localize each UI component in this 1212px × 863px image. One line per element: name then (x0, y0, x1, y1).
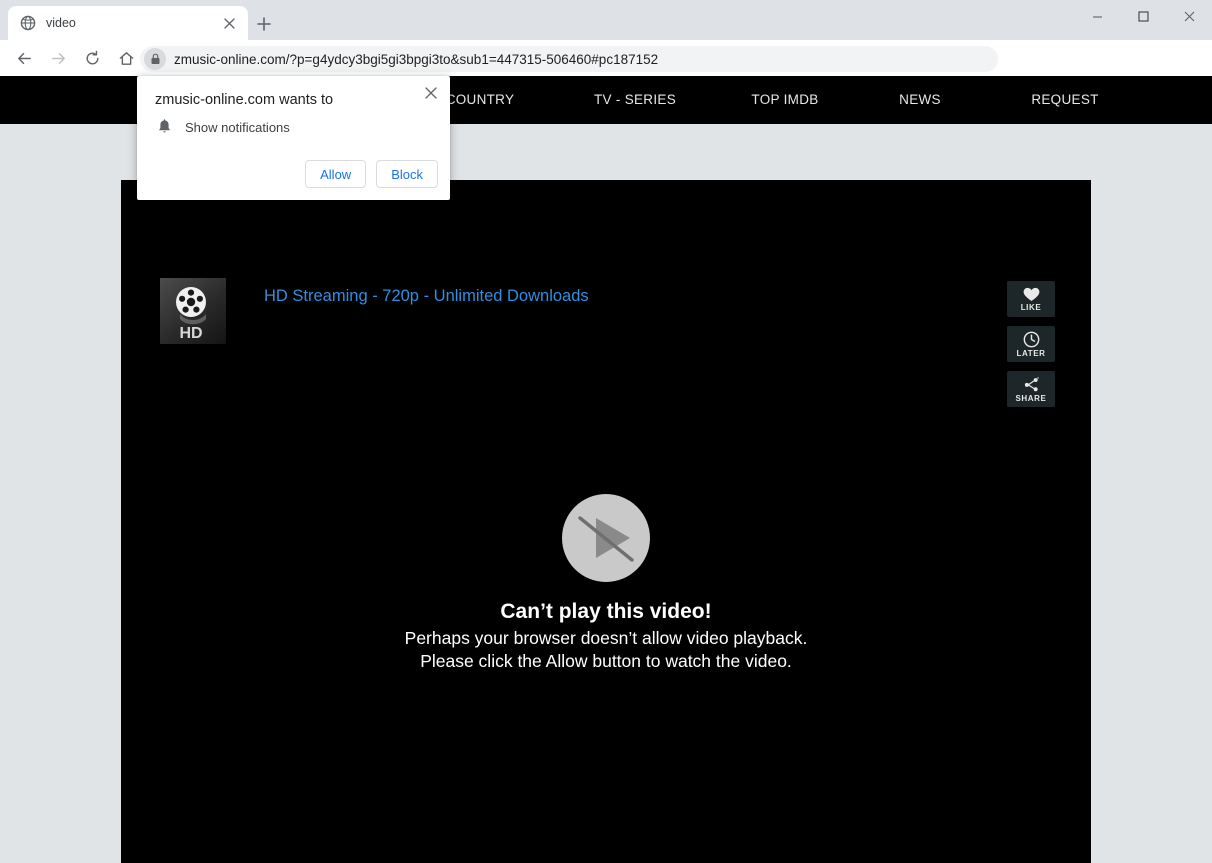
lock-icon (144, 48, 166, 70)
ad-banner[interactable]: HD HD Streaming - 720p - Unlimited Downl… (160, 278, 589, 344)
permission-label: Show notifications (185, 119, 290, 135)
minimize-icon[interactable] (1074, 0, 1120, 32)
video-player[interactable]: HD HD Streaming - 720p - Unlimited Downl… (121, 180, 1091, 863)
maximize-icon[interactable] (1120, 0, 1166, 32)
url-text: zmusic-online.com/?p=g4ydcy3bgi5gi3bpgi3… (174, 51, 659, 67)
address-bar[interactable]: zmusic-online.com/?p=g4ydcy3bgi5gi3bpgi3… (140, 46, 998, 72)
close-icon[interactable] (420, 82, 442, 104)
clock-icon (1023, 331, 1040, 348)
tab-close-icon[interactable] (218, 12, 240, 34)
site-nav-item[interactable]: NEWS (855, 92, 985, 107)
browser-tab-video[interactable]: video (8, 6, 248, 40)
player-error-message: Can’t play this video! Perhaps your brow… (121, 492, 1091, 672)
player-action-label: LATER (1016, 348, 1046, 358)
ad-link-text[interactable]: HD Streaming - 720p - Unlimited Download… (264, 287, 589, 306)
heart-icon (1023, 287, 1040, 302)
page-cut-off-text (10, 856, 13, 863)
window-controls (1074, 0, 1212, 32)
play-disabled-icon[interactable] (560, 492, 652, 584)
share-nodes-icon (1023, 376, 1040, 393)
browser-toolbar: zmusic-online.com/?p=g4ydcy3bgi5gi3bpgi3… (0, 40, 1212, 114)
allow-button[interactable]: Allow (305, 160, 367, 188)
film-reel-hd-icon: HD (160, 278, 226, 344)
permission-row: Show notifications (155, 118, 290, 136)
bell-icon (155, 118, 173, 136)
hd-badge-text: HD (179, 325, 202, 342)
globe-icon (20, 15, 36, 31)
permission-dialog-title: zmusic-online.com wants to (155, 92, 334, 108)
forward-arrow-icon[interactable] (44, 44, 72, 72)
back-arrow-icon[interactable] (10, 44, 38, 72)
notification-permission-dialog: zmusic-online.com wants to Show notifica… (137, 76, 450, 200)
player-action-label: SHARE (1015, 393, 1047, 403)
block-button[interactable]: Block (376, 160, 438, 188)
window-close-icon[interactable] (1166, 0, 1212, 32)
tab-strip: video (0, 0, 1212, 40)
reload-icon[interactable] (78, 44, 106, 72)
permission-dialog-actions: Allow Block (305, 160, 438, 188)
error-title: Can’t play this video! (500, 600, 712, 623)
player-action-later-button[interactable]: LATER (1007, 326, 1055, 362)
player-action-like-button[interactable]: LIKE (1007, 281, 1055, 317)
site-nav-item[interactable]: REQUEST (985, 92, 1145, 107)
home-icon[interactable] (112, 44, 140, 72)
browser-window: video zmusic-online.com/?p=g4ydcy3bgi5gi… (0, 0, 1212, 863)
error-body: Perhaps your browser doesn’t allow video… (404, 628, 808, 671)
site-nav-item[interactable]: TOP IMDB (700, 92, 870, 107)
tab-title: video (46, 16, 76, 30)
new-tab-button[interactable] (252, 12, 276, 36)
player-side-actions: LIKE LATER SHARE (1007, 281, 1055, 407)
player-action-share-button[interactable]: SHARE (1007, 371, 1055, 407)
player-action-label: LIKE (1020, 302, 1042, 312)
